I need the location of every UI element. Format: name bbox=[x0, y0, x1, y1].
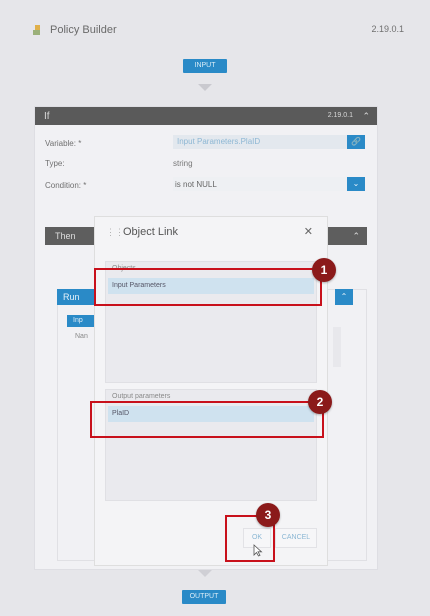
variable-field[interactable]: Input Parameters.PlaID bbox=[173, 135, 349, 149]
flow-arrow-down-icon bbox=[198, 84, 212, 91]
callout-badge-2: 2 bbox=[308, 390, 332, 414]
callout-box-output bbox=[90, 401, 324, 438]
callout-box-objects bbox=[94, 268, 322, 306]
run-chevron-up-icon: ⌃ bbox=[340, 292, 348, 301]
if-header[interactable]: If 2.19.0.1 ⌃ bbox=[35, 107, 377, 125]
chevron-up-icon[interactable]: ⌃ bbox=[362, 111, 370, 122]
variable-value: Input Parameters.PlaID bbox=[177, 137, 261, 146]
condition-select[interactable]: is not NULL bbox=[173, 177, 349, 191]
flow-arrow-down-icon-bottom bbox=[198, 570, 212, 577]
then-title: Then bbox=[55, 231, 76, 241]
app-version: 2.19.0.1 bbox=[371, 24, 404, 34]
chevron-down-icon: ⌄ bbox=[352, 179, 360, 188]
app-frame: Policy Builder 2.19.0.1 INPUT If 2.19.0.… bbox=[0, 0, 430, 616]
close-icon[interactable]: ✕ bbox=[304, 225, 313, 238]
if-title: If bbox=[44, 111, 50, 122]
output-node[interactable]: OUTPUT bbox=[182, 590, 226, 604]
run-scrollbar[interactable] bbox=[333, 327, 341, 367]
then-chevron-up-icon[interactable]: ⌃ bbox=[352, 231, 360, 242]
callout-badge-3: 3 bbox=[256, 503, 280, 527]
dialog-title: Object Link bbox=[123, 226, 179, 238]
condition-dropdown-button[interactable]: ⌄ bbox=[347, 177, 365, 191]
if-version: 2.19.0.1 bbox=[327, 112, 353, 119]
input-node[interactable]: INPUT bbox=[183, 59, 227, 73]
callout-badge-1: 1 bbox=[312, 258, 336, 282]
type-value: string bbox=[173, 159, 193, 168]
link-icon: 🔗 bbox=[351, 137, 361, 146]
variable-label: Variable: * bbox=[45, 139, 82, 148]
condition-label: Condition: * bbox=[45, 181, 87, 190]
top-bar: Policy Builder 2.19.0.1 bbox=[22, 14, 412, 46]
condition-value: is not NULL bbox=[175, 180, 217, 189]
type-label: Type: bbox=[45, 159, 65, 168]
cancel-button[interactable]: CANCEL bbox=[275, 528, 317, 548]
grid-icon: ⋮⋮ bbox=[106, 227, 124, 237]
name-label: Nan bbox=[75, 333, 88, 340]
run-collapse-button[interactable]: ⌃ bbox=[335, 289, 353, 305]
link-button[interactable]: 🔗 bbox=[347, 135, 365, 149]
policy-builder-icon bbox=[33, 25, 40, 35]
output-title: Output parameters bbox=[112, 393, 171, 400]
app-title: Policy Builder bbox=[50, 24, 117, 36]
